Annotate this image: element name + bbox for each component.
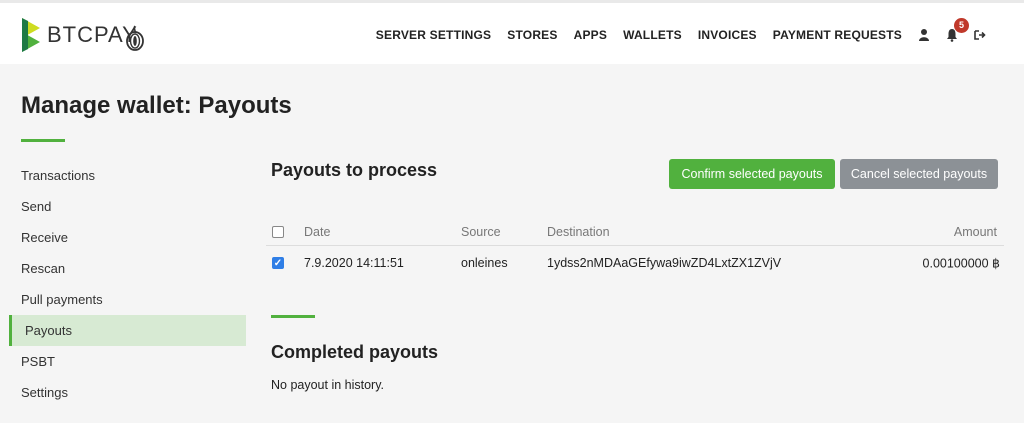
section-separator (271, 315, 315, 318)
sidebar-item-psbt[interactable]: PSBT (9, 346, 246, 377)
sidebar-item-payouts[interactable]: Payouts (9, 315, 246, 346)
sidebar-item-rescan[interactable]: Rescan (9, 253, 246, 284)
user-icon[interactable] (918, 28, 930, 42)
btcpay-logo-icon (22, 18, 40, 52)
header-date[interactable]: Date (304, 225, 330, 239)
tor-onion-icon (126, 25, 144, 51)
table-header: Date Source Destination Amount (266, 218, 1004, 246)
title-underline (21, 139, 65, 142)
nav-apps[interactable]: APPS (574, 28, 607, 42)
page-title: Manage wallet: Payouts (21, 92, 292, 119)
brand-logo[interactable]: BTCPAY (20, 15, 138, 55)
cancel-selected-payouts-button[interactable]: Cancel selected payouts (840, 159, 998, 189)
row-destination: 1ydss2nMDAaGEfywa9iwZD4LxtZX1ZVjV (547, 256, 782, 270)
row-checkbox[interactable]: ✓ (272, 257, 284, 269)
sidebar-item-receive[interactable]: Receive (9, 222, 246, 253)
sidebar-item-send[interactable]: Send (9, 191, 246, 222)
confirm-selected-payouts-button[interactable]: Confirm selected payouts (669, 159, 835, 189)
row-amount: 0.00100000 ฿ (922, 256, 1000, 271)
nav-server-settings[interactable]: SERVER SETTINGS (376, 28, 491, 42)
sidebar-item-settings[interactable]: Settings (9, 377, 246, 408)
row-source: onleines (461, 256, 508, 270)
select-all-checkbox[interactable] (272, 225, 284, 238)
completed-payouts-title: Completed payouts (271, 342, 439, 362)
header-source[interactable]: Source (461, 225, 501, 239)
nav-stores[interactable]: STORES (507, 28, 557, 42)
main-nav: SERVER SETTINGS STORES APPS WALLETS INVO… (360, 18, 986, 42)
payouts-to-process-title: Payouts to process (271, 160, 438, 180)
table-row: ✓ 7.9.2020 14:11:51 onleines 1ydss2nMDAa… (266, 246, 1004, 280)
top-navbar: BTCPAY SERVER SETTINGS STORES APPS WALLE… (0, 0, 1024, 64)
bell-icon[interactable]: 5 (946, 18, 969, 42)
header-amount[interactable]: Amount (954, 225, 997, 239)
payouts-table: Date Source Destination Amount ✓ 7.9.202… (266, 218, 1004, 280)
nav-wallets[interactable]: WALLETS (623, 28, 682, 42)
notification-badge: 5 (954, 18, 969, 33)
nav-payment-requests[interactable]: PAYMENT REQUESTS (773, 28, 902, 42)
nav-invoices[interactable]: INVOICES (698, 28, 757, 42)
header-destination[interactable]: Destination (547, 225, 610, 239)
empty-history-text: No payout in history. (271, 378, 385, 392)
sidebar-item-pull-payments[interactable]: Pull payments (9, 284, 246, 315)
wallet-sidebar: Transactions Send Receive Rescan Pull pa… (9, 160, 246, 408)
sidebar-item-transactions[interactable]: Transactions (9, 160, 246, 191)
logout-icon[interactable] (974, 28, 986, 42)
row-date: 7.9.2020 14:11:51 (304, 256, 404, 270)
